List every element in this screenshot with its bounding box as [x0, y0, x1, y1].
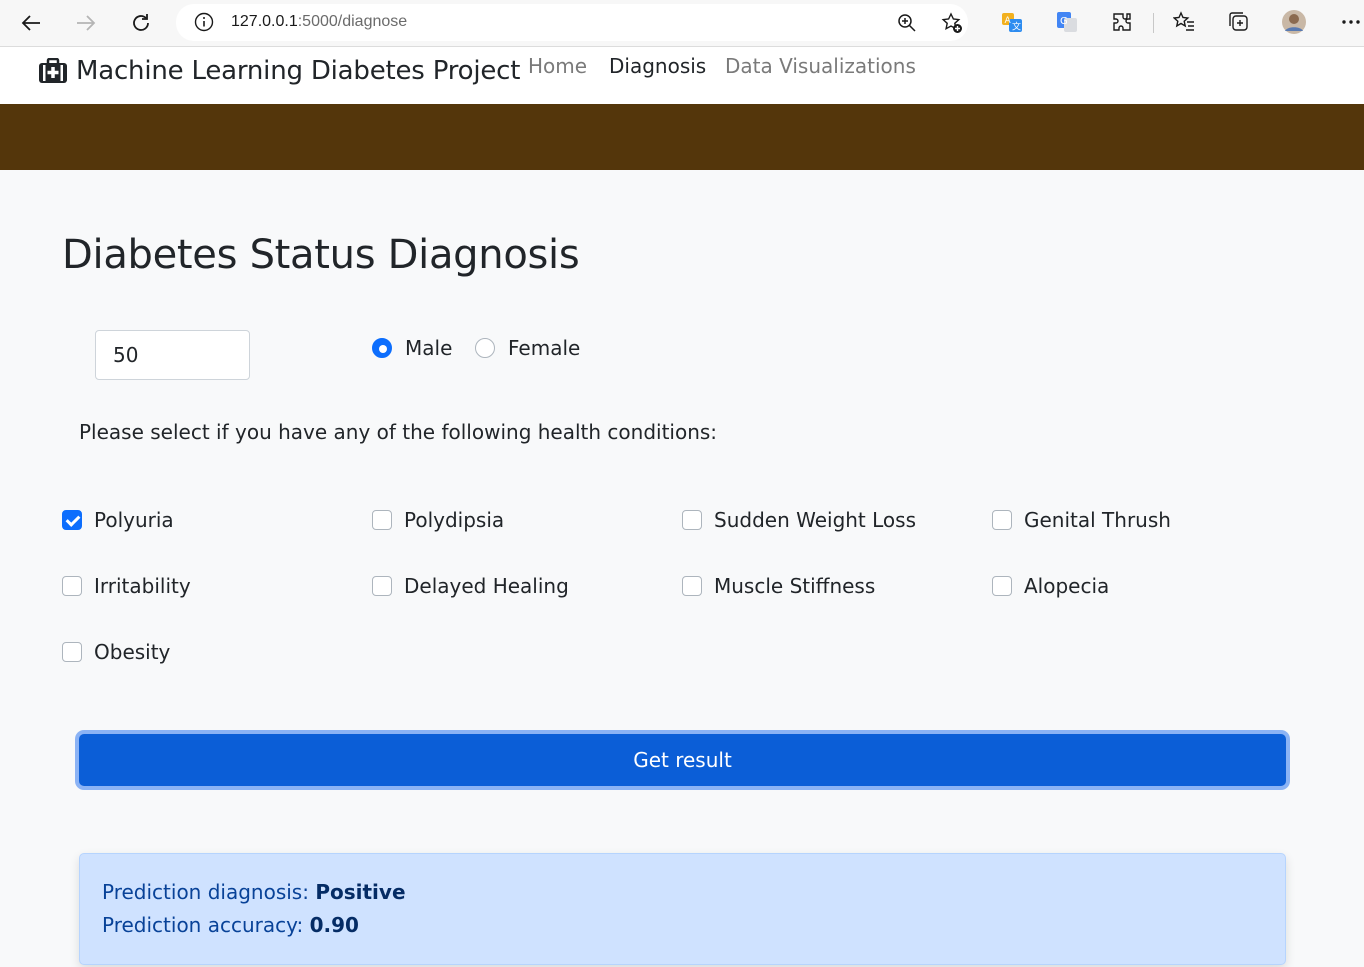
- refresh-icon: [133, 14, 149, 31]
- condition-muscle-stiffness[interactable]: Muscle Stiffness: [682, 571, 875, 601]
- more-menu-icon[interactable]: [1338, 9, 1364, 35]
- condition-obesity[interactable]: Obesity: [62, 637, 170, 667]
- brand-text: Machine Learning Diabetes Project: [76, 56, 521, 86]
- nav-link-data-visualizations[interactable]: Data Visualizations: [725, 54, 916, 78]
- delayed-healing-checkbox[interactable]: [372, 576, 392, 596]
- header-banner-strip: [0, 104, 1364, 170]
- accuracy-value: 0.90: [309, 913, 359, 937]
- prediction-diagnosis: Prediction diagnosis: Positive: [102, 880, 406, 904]
- age-input[interactable]: [95, 330, 250, 380]
- condition-irritability[interactable]: Irritability: [62, 571, 191, 601]
- add-favorite-icon[interactable]: [941, 12, 963, 34]
- male-radio[interactable]: [372, 338, 392, 358]
- nav-link-home[interactable]: Home: [528, 54, 587, 78]
- get-result-button[interactable]: Get result: [79, 734, 1286, 786]
- condition-polyuria[interactable]: Polyuria: [62, 505, 174, 535]
- profile-avatar-icon[interactable]: [1281, 9, 1307, 35]
- site-info-icon[interactable]: [194, 12, 214, 32]
- refresh-button[interactable]: [126, 8, 156, 38]
- medical-kit-icon: [39, 58, 67, 83]
- zoom-icon[interactable]: [896, 12, 918, 34]
- condition-genital-thrush[interactable]: Genital Thrush: [992, 505, 1171, 535]
- gender-option-male[interactable]: Male: [372, 333, 452, 363]
- diagnosis-label: Prediction diagnosis:: [102, 880, 316, 904]
- forward-arrow-icon: [77, 15, 96, 31]
- svg-text:文: 文: [1012, 21, 1021, 33]
- female-radio-label[interactable]: Female: [508, 336, 580, 360]
- irritability-label[interactable]: Irritability: [94, 574, 191, 598]
- polyuria-checkbox[interactable]: [62, 510, 82, 530]
- prediction-accuracy: Prediction accuracy: 0.90: [102, 913, 359, 937]
- collections-icon[interactable]: [1226, 9, 1252, 35]
- condition-sudden-weight-loss[interactable]: Sudden Weight Loss: [682, 505, 916, 535]
- diagnosis-value: Positive: [315, 880, 406, 904]
- polydipsia-checkbox[interactable]: [372, 510, 392, 530]
- forward-button[interactable]: [71, 8, 101, 38]
- delayed-healing-label[interactable]: Delayed Healing: [404, 574, 569, 598]
- polyuria-label[interactable]: Polyuria: [94, 508, 174, 532]
- navbar-brand[interactable]: Machine Learning Diabetes Project: [38, 51, 520, 91]
- svg-text:A: A: [1005, 16, 1012, 26]
- condition-polydipsia[interactable]: Polydipsia: [372, 505, 504, 535]
- obesity-checkbox[interactable]: [62, 642, 82, 662]
- female-radio[interactable]: [475, 338, 495, 358]
- back-arrow-icon: [21, 15, 40, 31]
- google-translate-icon[interactable]: G: [1054, 9, 1080, 35]
- genital-thrush-checkbox[interactable]: [992, 510, 1012, 530]
- alopecia-label[interactable]: Alopecia: [1024, 574, 1109, 598]
- url-text: 127.0.0.1:5000/diagnose: [231, 13, 407, 31]
- url-path: :5000/diagnose: [297, 13, 408, 30]
- muscle-stiffness-checkbox[interactable]: [682, 576, 702, 596]
- browser-toolbar: 127.0.0.1:5000/diagnose A文 G: [0, 0, 1364, 47]
- svg-text:G: G: [1060, 16, 1068, 27]
- gender-option-female[interactable]: Female: [475, 333, 580, 363]
- page-title: Diabetes Status Diagnosis: [62, 232, 580, 278]
- alopecia-checkbox[interactable]: [992, 576, 1012, 596]
- prediction-result-alert: Prediction diagnosis: Positive Predictio…: [79, 853, 1286, 965]
- male-radio-label[interactable]: Male: [405, 336, 452, 360]
- site-navbar: Machine Learning Diabetes Project Home D…: [0, 47, 1364, 104]
- obesity-label[interactable]: Obesity: [94, 640, 170, 664]
- sudden-weight-loss-label[interactable]: Sudden Weight Loss: [714, 508, 916, 532]
- favorites-icon[interactable]: [1171, 9, 1197, 35]
- genital-thrush-label[interactable]: Genital Thrush: [1024, 508, 1171, 532]
- conditions-prompt: Please select if you have any of the fol…: [79, 420, 718, 444]
- toolbar-separator: [1153, 13, 1154, 33]
- condition-delayed-healing[interactable]: Delayed Healing: [372, 571, 569, 601]
- address-bar[interactable]: 127.0.0.1:5000/diagnose: [176, 4, 968, 41]
- sudden-weight-loss-checkbox[interactable]: [682, 510, 702, 530]
- url-host: 127.0.0.1: [231, 13, 298, 30]
- accuracy-label: Prediction accuracy:: [102, 913, 310, 937]
- nav-link-diagnosis[interactable]: Diagnosis: [609, 54, 706, 78]
- muscle-stiffness-label[interactable]: Muscle Stiffness: [714, 574, 875, 598]
- irritability-checkbox[interactable]: [62, 576, 82, 596]
- extensions-icon[interactable]: [1109, 9, 1135, 35]
- back-button[interactable]: [16, 8, 46, 38]
- translate-extension-icon[interactable]: A文: [999, 9, 1025, 35]
- polydipsia-label[interactable]: Polydipsia: [404, 508, 504, 532]
- condition-alopecia[interactable]: Alopecia: [992, 571, 1109, 601]
